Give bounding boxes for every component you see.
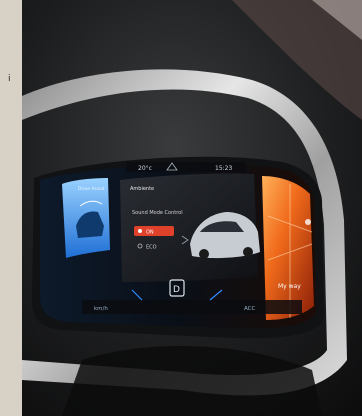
center-title: Ambiente [130, 186, 154, 192]
bottom-left-text: km/h [94, 306, 108, 312]
bottom-center-text: D [173, 285, 180, 295]
car-cockpit-photo: 20°c 15:23 Drive Assist Ambiente Sound M… [22, 0, 362, 416]
cockpit-illustration: 20°c 15:23 Drive Assist Ambiente Sound M… [22, 0, 362, 416]
menu-item-1-label: ON [146, 230, 154, 236]
menu-item-2-label[interactable]: ECO [146, 245, 157, 251]
right-navigation-panel [262, 176, 314, 320]
bottom-status-bar [82, 300, 302, 314]
nav-position-icon [305, 219, 311, 225]
side-mark-text: i [8, 74, 11, 84]
car-wheel-front [199, 249, 209, 259]
bottom-right-text: ACC [244, 306, 256, 312]
right-panel-label: My way [278, 283, 301, 290]
car-wheel-rear [243, 247, 253, 257]
radio-selected-icon [138, 229, 142, 233]
center-subtitle: Sound Mode Control [132, 210, 183, 216]
left-panel-title: Drive Assist [78, 186, 105, 192]
top-bar-left-text: 20°c [138, 165, 152, 172]
page-background-strip [0, 0, 22, 416]
top-bar-right-text: 15:23 [215, 165, 232, 172]
